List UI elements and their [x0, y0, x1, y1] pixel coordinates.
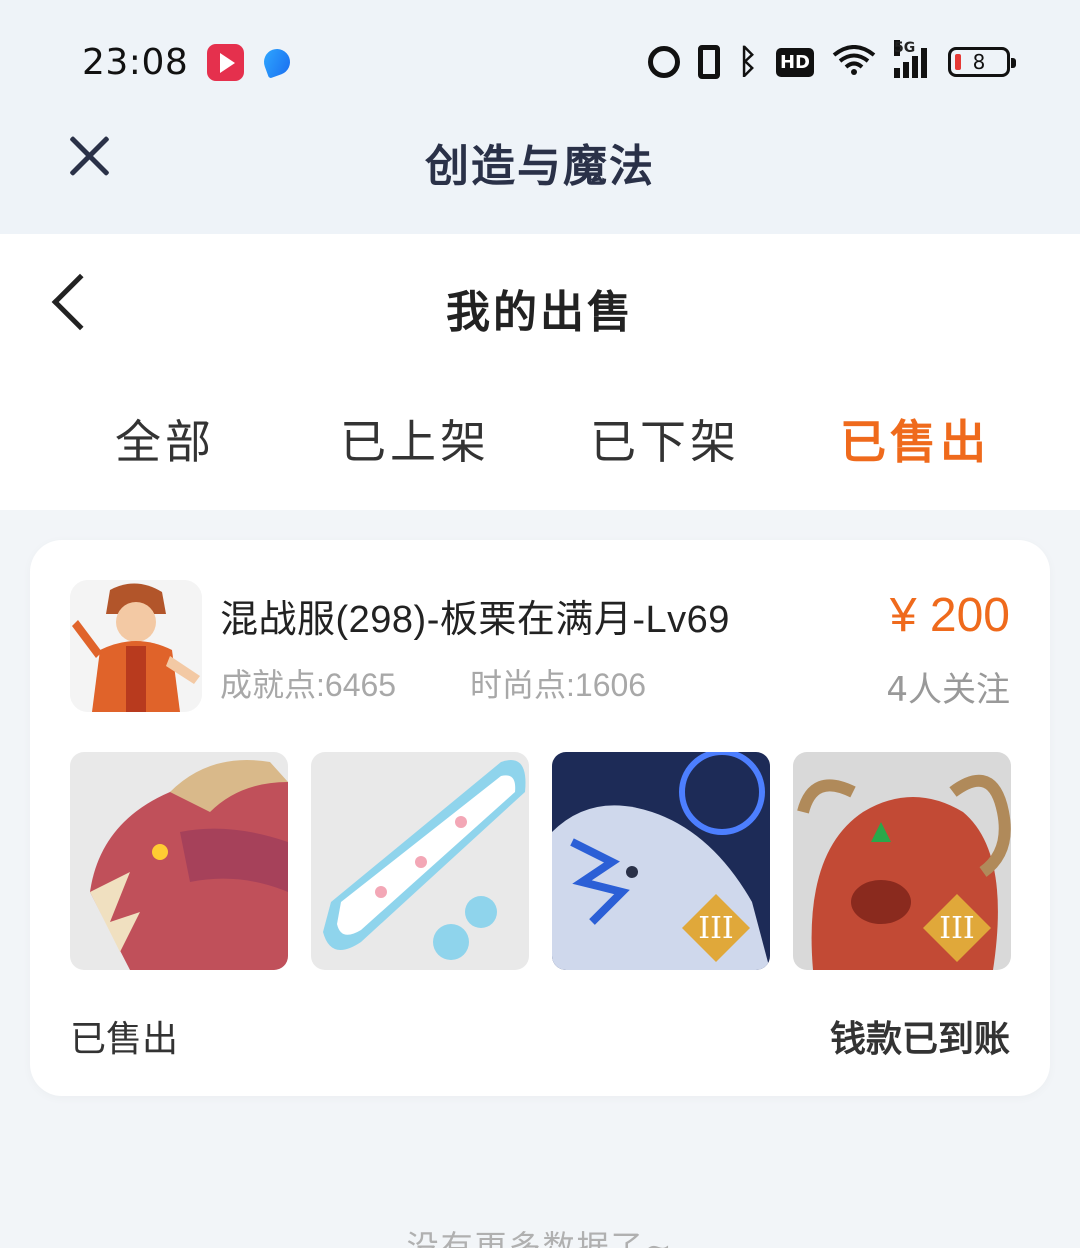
video-app-icon	[207, 44, 244, 81]
tab-delisted[interactable]: 已下架	[540, 412, 790, 482]
character-avatar	[70, 580, 202, 712]
listing-price: ¥ 200	[889, 589, 1010, 642]
app-title: 创造与魔法	[425, 141, 655, 192]
status-time: 23:08	[82, 42, 189, 83]
payment-status: 钱款已到账	[829, 1019, 1010, 1060]
achievement-points: 成就点:6465	[220, 667, 397, 703]
page-header: 我的出售 全部 已上架 已下架 已售出	[0, 234, 1080, 510]
tab-bar: 全部 已上架 已下架 已售出	[40, 412, 1040, 482]
no-more-data: 没有更多数据了~	[406, 1228, 674, 1248]
sale-status: 已售出	[70, 1019, 179, 1060]
network-label: 5G	[894, 40, 916, 56]
item-thumbnails: III III	[70, 752, 1011, 970]
browser-app-icon	[260, 45, 294, 79]
tab-sold[interactable]: 已售出	[790, 412, 1040, 482]
vibrate-icon	[697, 45, 720, 79]
rank-badge: III	[939, 911, 975, 946]
status-icons: ᛒ HD 5G 8	[630, 40, 1016, 82]
listing-card[interactable]: 混战服(298)-板栗在满月-Lv69 成就点:6465 时尚点:1606 ¥ …	[30, 540, 1050, 1096]
hd-icon: HD	[775, 47, 814, 77]
tab-listed[interactable]: 已上架	[290, 412, 540, 482]
page-title: 我的出售	[446, 287, 634, 338]
rank-badge: III	[698, 911, 734, 946]
alarm-icon	[647, 46, 680, 78]
tab-all[interactable]: 全部	[40, 412, 290, 482]
ice-tiger-thumbnail[interactable]: III	[552, 752, 770, 970]
skateboard-thumbnail[interactable]	[311, 752, 529, 970]
listing-title: 混战服(298)-板栗在满月-Lv69	[220, 599, 730, 641]
app-header-area: 23:08 ᛒ HD 5G 8 创造与魔法	[0, 0, 1080, 234]
status-bar: 23:08 ᛒ HD 5G 8	[0, 28, 1080, 98]
bluetooth-icon: ᛒ	[737, 42, 758, 82]
signal-5g-icon: 5G	[894, 40, 930, 78]
dragon-mount-thumbnail[interactable]	[70, 752, 288, 970]
wifi-icon	[832, 45, 876, 79]
fashion-points: 时尚点:1606	[470, 667, 647, 703]
red-bull-thumbnail[interactable]: III	[793, 752, 1011, 970]
follower-count: 4人关注	[886, 670, 1010, 710]
battery-icon: 8	[948, 47, 1016, 77]
